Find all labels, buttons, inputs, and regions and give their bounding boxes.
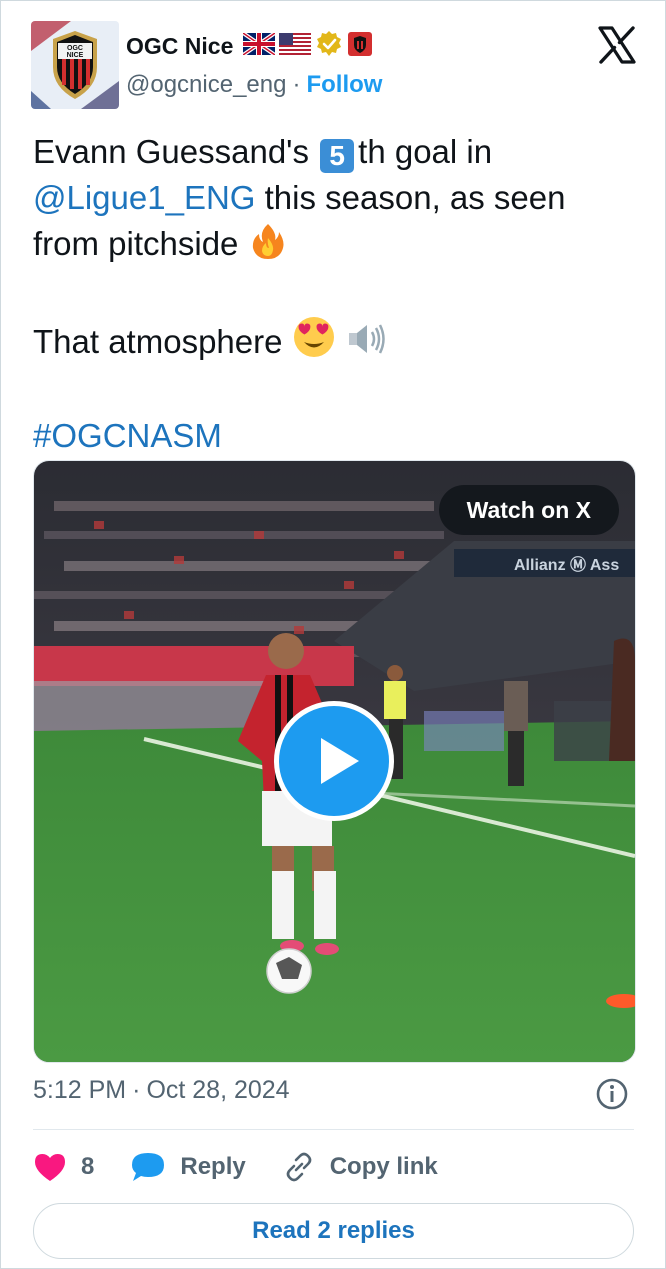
ogc-nice-affiliate-badge-icon[interactable]	[347, 31, 373, 62]
tweet-header: OGC NICE OGC Nice @ogcnice_eng · Follow	[31, 21, 637, 111]
hashtag-link[interactable]: #OGCNASM	[33, 417, 222, 454]
handle-separator: ·	[292, 71, 301, 98]
tweet-line-4: That atmosphere	[33, 315, 633, 371]
heart-icon	[35, 1154, 65, 1181]
us-flag-icon	[279, 32, 312, 60]
uk-flag-icon	[242, 30, 277, 60]
stadium-banner-text: Allianz Ⓜ Ass	[514, 555, 619, 574]
tweet-text-segment: th goal in	[358, 133, 493, 170]
watch-on-x-button[interactable]: Watch on X	[438, 485, 619, 535]
like-count: 8	[81, 1153, 95, 1180]
tweet-line-1: Evann Guessand's 5th goal in	[33, 129, 633, 175]
tweet-line-3: from pitchside	[33, 221, 633, 273]
play-button[interactable]	[274, 701, 394, 821]
tweet-text-segment: this season, as seen	[264, 179, 566, 216]
handle-row: @ogcnice_eng · Follow	[126, 71, 382, 99]
fire-emoji	[248, 221, 288, 273]
link-icon	[286, 1152, 312, 1182]
read-replies-button[interactable]: Read 2 replies	[33, 1203, 634, 1259]
name-row: OGC Nice	[126, 30, 373, 63]
video-media[interactable]: Allianz Ⓜ Ass Watch on X	[33, 460, 636, 1063]
tweet-text-segment: That atmosphere	[33, 323, 283, 360]
avatar-text-top: OGC	[67, 45, 83, 52]
heart-eyes-emoji	[292, 315, 336, 371]
avatar-text-bottom: NICE	[67, 52, 84, 59]
reply-button[interactable]: Reply	[130, 1151, 246, 1183]
tweet-text: Evann Guessand's 5th goal in @Ligue1_ENG…	[33, 129, 633, 459]
speaker-emoji	[345, 319, 389, 371]
play-icon	[321, 738, 359, 784]
tweet-text-segment: from pitchside	[33, 225, 239, 262]
verified-gold-badge-icon[interactable]	[315, 30, 343, 63]
x-logo-icon[interactable]	[597, 25, 637, 65]
mention-link[interactable]: @Ligue1_ENG	[33, 179, 255, 216]
reply-label: Reply	[180, 1153, 246, 1180]
tweet-embed-card: OGC NICE OGC Nice @ogcnice_eng · Follow …	[0, 0, 666, 1269]
copy-link-button[interactable]: Copy link	[282, 1150, 438, 1184]
avatar[interactable]: OGC NICE	[31, 21, 119, 109]
user-handle[interactable]: @ogcnice_eng	[126, 71, 286, 99]
info-icon[interactable]	[595, 1077, 629, 1111]
display-name[interactable]: OGC Nice	[126, 33, 233, 60]
tweet-text-segment: Evann Guessand's	[33, 133, 309, 170]
action-bar: 8 Reply Copy link	[33, 1147, 474, 1187]
tweet-line-2: @Ligue1_ENG this season, as seen	[33, 175, 633, 221]
timestamp-separator: ·	[132, 1076, 141, 1104]
divider	[33, 1129, 634, 1130]
timestamp-date: Oct 28, 2024	[146, 1076, 290, 1104]
like-button[interactable]: 8	[33, 1152, 94, 1182]
tweet-timestamp[interactable]: 5:12 PM · Oct 28, 2024	[33, 1076, 290, 1105]
tweet-line-5: #OGCNASM	[33, 413, 633, 459]
copy-link-label: Copy link	[329, 1153, 438, 1180]
follow-button[interactable]: Follow	[306, 71, 382, 99]
reply-bubble-icon	[132, 1153, 165, 1181]
keycap-5-emoji: 5	[320, 139, 355, 173]
timestamp-time: 5:12 PM	[33, 1076, 127, 1104]
